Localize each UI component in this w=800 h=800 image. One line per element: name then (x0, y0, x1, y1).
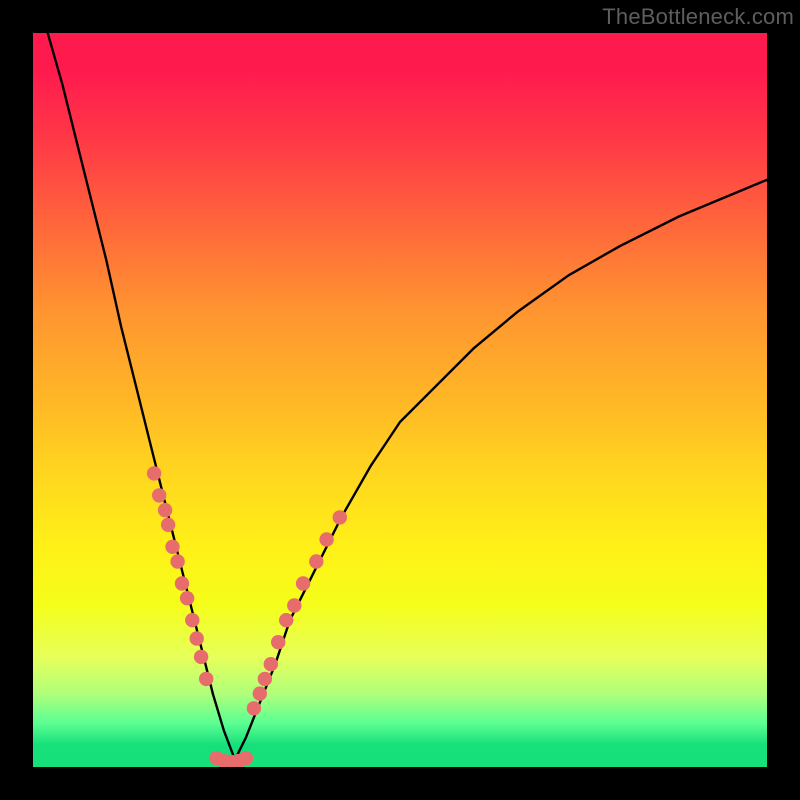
marker-dot (333, 510, 347, 524)
marker-dot (247, 701, 261, 715)
marker-dot (264, 657, 278, 671)
marker-dot (180, 591, 194, 605)
marker-dot (152, 488, 166, 502)
marker-dot (161, 518, 175, 532)
curve-layer (48, 33, 767, 760)
curve-right-branch (235, 180, 767, 760)
marker-dot (199, 672, 213, 686)
watermark-text: TheBottleneck.com (602, 4, 794, 30)
marker-dot (279, 613, 293, 627)
marker-dot (296, 576, 310, 590)
marker-dot (165, 540, 179, 554)
marker-dot (258, 672, 272, 686)
plot-area (33, 33, 767, 767)
marker-dot (185, 613, 199, 627)
marker-dot (319, 532, 333, 546)
marker-layer (147, 466, 347, 767)
marker-dot (271, 635, 285, 649)
marker-dot (158, 503, 172, 517)
marker-dot (309, 554, 323, 568)
marker-dot (239, 751, 253, 765)
curve-left-branch (48, 33, 235, 760)
marker-dot (194, 650, 208, 664)
chart-svg (33, 33, 767, 767)
marker-dot (147, 466, 161, 480)
marker-dot (287, 598, 301, 612)
marker-dot (170, 554, 184, 568)
chart-frame: TheBottleneck.com (0, 0, 800, 800)
marker-dot (175, 576, 189, 590)
marker-dot (190, 631, 204, 645)
marker-dot (253, 686, 267, 700)
